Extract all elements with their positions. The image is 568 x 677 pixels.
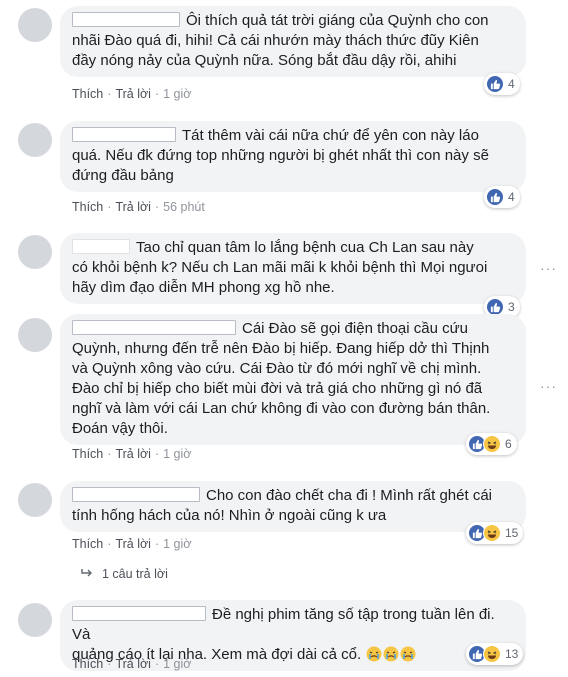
comment-actions: Thích · Trả lời · 56 phút: [72, 199, 205, 215]
comment-text: Tao chỉ quan tâm lo lắng bệnh cua Ch Lan…: [72, 239, 488, 296]
comment-time[interactable]: 56 phút: [163, 200, 205, 214]
separator-dot: ·: [107, 447, 112, 461]
separator-dot: ·: [154, 537, 160, 551]
reply-link[interactable]: Trả lời: [115, 537, 151, 551]
like-link[interactable]: Thích: [72, 657, 103, 671]
separator-dot: ·: [154, 200, 160, 214]
comment-bubble: Tao chỉ quan tâm lo lắng bệnh cua Ch Lan…: [60, 233, 526, 304]
comment-section: Ôi thích quả tát trời giáng của Quỳnh ch…: [0, 0, 568, 677]
reaction-count: 13: [505, 647, 519, 661]
redacted-name: [72, 239, 130, 254]
reaction-count: 4: [508, 77, 515, 91]
reply-link[interactable]: Trả lời: [115, 87, 151, 101]
view-replies-link[interactable]: 1 câu trả lời: [80, 567, 168, 581]
haha-icon: [483, 645, 501, 663]
reaction-summary[interactable]: 13: [466, 643, 524, 665]
avatar[interactable]: [18, 123, 52, 157]
comment-actions: Thích · Trả lời · 1 giờ: [72, 656, 191, 672]
comment-time[interactable]: 1 giờ: [163, 537, 191, 551]
comment-time[interactable]: 1 giờ: [163, 657, 191, 671]
redacted-name: [72, 12, 180, 27]
more-options-icon[interactable]: ···: [540, 378, 557, 394]
separator-dot: ·: [154, 87, 160, 101]
reaction-count: 4: [508, 190, 515, 204]
comment-bubble: Cho con đào chết cha đi ! Mình rất ghét …: [60, 481, 526, 532]
like-icon: [486, 75, 504, 93]
crying-face-icon: [382, 646, 399, 663]
comment-bubble: Ôi thích quả tát trời giáng của Quỳnh ch…: [60, 6, 526, 77]
comment-actions: Thích · Trả lời · 1 giờ: [72, 86, 191, 102]
like-link[interactable]: Thích: [72, 87, 103, 101]
redacted-name: [72, 320, 236, 335]
avatar[interactable]: [18, 235, 52, 269]
comment-bubble: Tát thêm vài cái nữa chứ để yên con này …: [60, 121, 526, 192]
like-icon: [486, 188, 504, 206]
comment-bubble: Cái Đào sẽ gọi điện thoại cầu cứu Quỳnh,…: [60, 314, 526, 445]
replies-count: 1 câu trả lời: [102, 567, 168, 581]
reaction-summary[interactable]: 4: [484, 186, 520, 208]
comment-time[interactable]: 1 giờ: [163, 87, 191, 101]
reply-link[interactable]: Trả lời: [115, 200, 151, 214]
reply-arrow-icon: [80, 567, 94, 581]
crying-face-icon: [399, 646, 416, 663]
comment-actions: Thích · Trả lời · 1 giờ: [72, 446, 191, 462]
separator-dot: ·: [107, 87, 112, 101]
avatar[interactable]: [18, 483, 52, 517]
reply-link[interactable]: Trả lời: [115, 447, 151, 461]
reaction-summary[interactable]: 15: [466, 522, 524, 544]
like-link[interactable]: Thích: [72, 200, 103, 214]
crying-face-icon: [365, 646, 382, 663]
avatar[interactable]: [18, 318, 52, 352]
redacted-name: [72, 127, 176, 142]
avatar[interactable]: [18, 8, 52, 42]
reply-link[interactable]: Trả lời: [115, 657, 151, 671]
separator-dot: ·: [107, 657, 112, 671]
redacted-name: [72, 487, 200, 502]
haha-icon: [483, 524, 501, 542]
reaction-count: 6: [505, 437, 512, 451]
haha-icon: [483, 435, 501, 453]
reaction-summary[interactable]: 6: [466, 433, 517, 455]
comment-text: Cái Đào sẽ gọi điện thoại cầu cứu Quỳnh,…: [72, 320, 491, 437]
avatar[interactable]: [18, 603, 52, 637]
comment-actions: Thích · Trả lời · 1 giờ: [72, 536, 191, 552]
redacted-name: [72, 606, 206, 621]
like-link[interactable]: Thích: [72, 447, 103, 461]
separator-dot: ·: [154, 657, 160, 671]
more-options-icon[interactable]: ···: [540, 260, 557, 276]
comment-time[interactable]: 1 giờ: [163, 447, 191, 461]
reaction-count: 15: [505, 526, 519, 540]
reaction-count: 3: [508, 300, 515, 314]
separator-dot: ·: [107, 537, 112, 551]
reaction-summary[interactable]: 4: [484, 73, 520, 95]
like-link[interactable]: Thích: [72, 537, 103, 551]
separator-dot: ·: [107, 200, 112, 214]
separator-dot: ·: [154, 447, 160, 461]
